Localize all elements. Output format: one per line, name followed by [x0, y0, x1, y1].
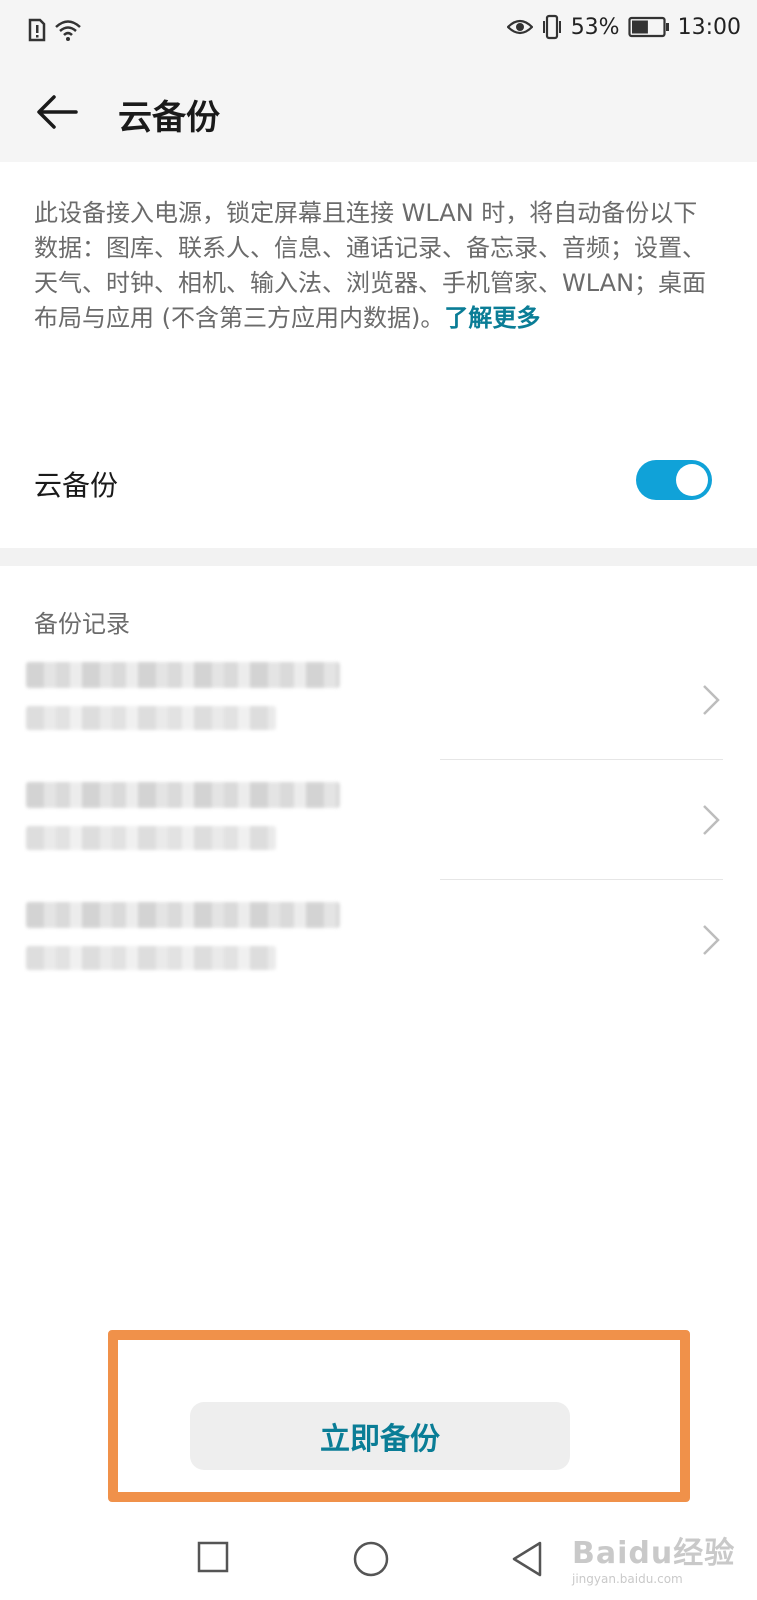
- watermark-logo: Baidu经验: [572, 1536, 736, 1571]
- app-header: 云备份: [0, 64, 757, 162]
- status-bar: 53% 13:00: [0, 0, 757, 64]
- page-title: 云备份: [118, 98, 220, 138]
- home-circle-icon[interactable]: [352, 1540, 390, 1578]
- cloud-backup-label: 云备份: [34, 469, 119, 502]
- backup-records-title: 备份记录: [34, 610, 130, 638]
- learn-more-link[interactable]: 了解更多: [444, 304, 540, 332]
- recents-square-icon[interactable]: [196, 1540, 230, 1574]
- section-divider: [0, 548, 757, 566]
- arrow-left-icon[interactable]: [34, 92, 80, 132]
- record-subtitle-blurred: [26, 826, 276, 850]
- watermark-url: jingyan.baidu.com: [572, 1572, 683, 1586]
- backup-record-item[interactable]: [0, 880, 757, 1000]
- chevron-right-icon: [703, 925, 720, 955]
- backup-now-button[interactable]: 立即备份: [190, 1402, 570, 1470]
- back-triangle-icon[interactable]: [510, 1540, 544, 1578]
- record-title-blurred: [26, 902, 340, 928]
- record-title-blurred: [26, 662, 340, 688]
- wifi-icon: [55, 20, 81, 41]
- backup-record-item[interactable]: [0, 760, 757, 880]
- record-title-blurred: [26, 782, 340, 808]
- cloud-backup-row[interactable]: 云备份: [0, 450, 757, 514]
- sim-alert-icon: [28, 18, 46, 42]
- backup-description: 此设备接入电源，锁定屏幕且连接 WLAN 时，将自动备份以下数据：图库、联系人、…: [34, 196, 714, 336]
- description-text: 此设备接入电源，锁定屏幕且连接 WLAN 时，将自动备份以下数据：图库、联系人、…: [34, 199, 707, 332]
- cloud-backup-switch[interactable]: [636, 460, 712, 500]
- status-left: [28, 18, 82, 42]
- battery-icon: [627, 16, 669, 38]
- baidu-jingyan-watermark: Baidu经验 jingyan.baidu.com: [572, 1516, 742, 1596]
- backup-record-item[interactable]: [0, 640, 757, 760]
- chevron-right-icon: [703, 805, 720, 835]
- eye-comfort-icon: [506, 19, 533, 35]
- switch-knob: [676, 464, 708, 496]
- battery-percent: 53%: [570, 14, 620, 40]
- vibrate-icon: [542, 14, 561, 40]
- status-right: 53% 13:00: [506, 14, 741, 40]
- record-subtitle-blurred: [26, 706, 276, 730]
- record-subtitle-blurred: [26, 946, 276, 970]
- clock: 13:00: [677, 14, 741, 40]
- chevron-right-icon: [703, 685, 720, 715]
